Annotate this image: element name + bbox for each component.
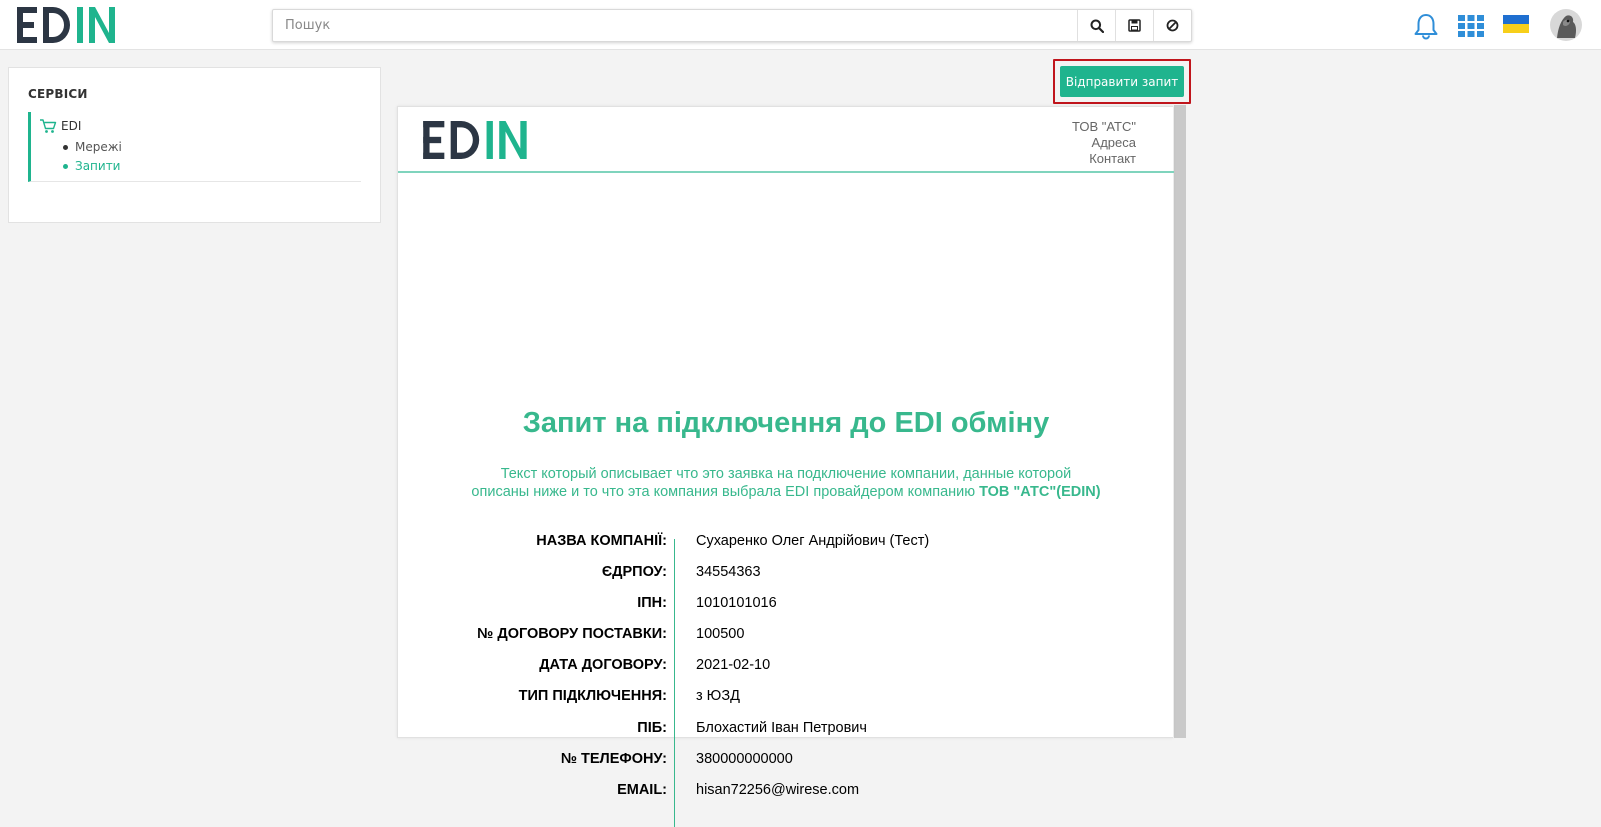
search-button[interactable] [1077,10,1115,41]
company-address: Адреса [1091,135,1136,150]
field-row: EMAIL: hisan72256@wirese.com [398,782,1174,804]
bullet-icon [63,163,68,169]
search-input[interactable] [273,10,1077,41]
document-title: Запит на підключення до EDI обміну [522,407,1050,439]
notifications-button[interactable] [1413,13,1439,45]
save-icon [1128,19,1141,32]
field-value: hisan72256@wirese.com [696,782,860,798]
company-name: ТОВ "АТС" [1072,119,1136,134]
search-icon [1090,19,1104,33]
field-value: 2021-02-10 [696,657,771,673]
grid-icon [1458,15,1484,37]
description-line-2: описаны ниже и то что эта компания выбра… [398,483,1174,501]
field-row: ДАТА ДОГОВОРУ: 2021-02-10 [398,657,1174,679]
ukraine-flag-icon [1503,15,1529,33]
cart-icon [40,119,57,133]
field-label: ПІБ: [637,720,667,736]
service-edi[interactable]: EDI [39,118,81,134]
field-value: Сухаренко Олег Андрійович (Тест) [696,533,930,549]
company-contact: Контакт [1089,151,1136,166]
field-value: з ЮЗД [696,688,740,704]
field-value: 1010101016 [696,595,777,611]
field-label: ДАТА ДОГОВОРУ: [539,657,667,673]
user-menu-button[interactable] [1549,8,1583,47]
service-edi-label: EDI [61,119,82,133]
document-scroll-shadow [1174,105,1186,738]
request-document: ТОВ "АТС" Адреса Контакт Запит на підклю… [397,106,1174,827]
send-request-highlight: Відправити запит [1053,59,1191,104]
bell-icon [1414,14,1438,40]
field-value: 380000000000 [696,751,793,767]
sidebar-item-label: Мережі [75,140,122,154]
top-bar [0,0,1601,50]
field-label: EMAIL: [617,782,667,798]
field-label: ТИП ПІДКЛЮЧЕННЯ: [518,688,667,704]
service-group-edi: EDI Мережі Запити [28,112,361,182]
field-value: Блохастий Іван Петрович [696,720,867,736]
company-info: ТОВ "АТС" Адреса Контакт [1072,119,1136,167]
block-icon [1166,19,1179,32]
field-row: ІПН: 1010101016 [398,595,1174,617]
field-value: 100500 [696,626,745,642]
field-label: № ДОГОВОРУ ПОСТАВКИ: [477,626,667,642]
edin-logo[interactable] [17,6,117,44]
services-title: СЕРВІСИ [28,87,88,101]
field-row: ПІБ: Блохастий Іван Петрович [398,720,1174,742]
avatar [1550,9,1582,41]
description-text: описаны ниже и то что эта компания выбра… [471,484,976,500]
document-header: ТОВ "АТС" Адреса Контакт [398,107,1174,173]
sidebar-item-networks[interactable]: Мережі [63,140,122,154]
field-value: 34554363 [696,564,761,580]
document-description: Текст который описывает что это заявка н… [398,465,1174,501]
field-label: НАЗВА КОМПАНІЇ: [536,533,667,549]
document-logo [423,121,529,164]
sidebar-item-label: Запити [75,159,121,173]
field-label: № ТЕЛЕФОНУ: [560,751,667,767]
search-bar [272,9,1192,42]
send-request-button[interactable]: Відправити запит [1060,66,1184,97]
field-row: № ДОГОВОРУ ПОСТАВКИ: 100500 [398,626,1174,648]
field-label: ЄДРПОУ: [601,564,667,580]
clear-search-button[interactable] [1153,10,1191,41]
save-search-button[interactable] [1115,10,1153,41]
field-row: НАЗВА КОМПАНІЇ: Сухаренко Олег Андрійови… [398,533,1174,555]
sidebar-item-requests[interactable]: Запити [63,159,120,173]
provider-name: ТОВ "АТС"(EDIN) [979,484,1101,500]
bullet-icon [63,144,68,150]
language-selector[interactable] [1503,15,1529,38]
field-row: ЄДРПОУ: 34554363 [398,564,1174,586]
field-label: ІПН: [637,595,667,611]
description-line-1: Текст который описывает что это заявка н… [500,466,1072,482]
services-panel: СЕРВІСИ EDI Мережі Запити [8,67,381,223]
field-row: № ТЕЛЕФОНУ: 380000000000 [398,751,1174,773]
apps-menu-button[interactable] [1458,15,1484,42]
field-row: ТИП ПІДКЛЮЧЕННЯ: з ЮЗД [398,688,1174,710]
